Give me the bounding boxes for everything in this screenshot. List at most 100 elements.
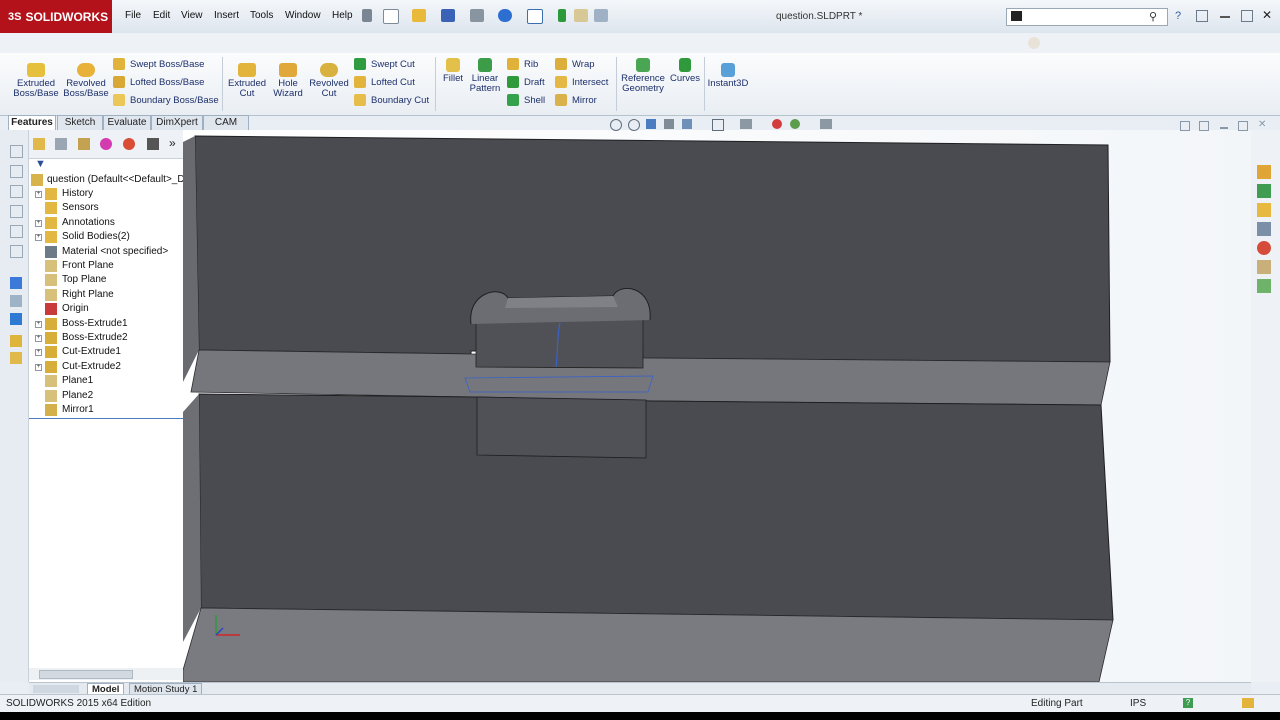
boundary-boss-button[interactable]: Boundary Boss/Base: [113, 94, 219, 106]
feature-icon[interactable]: [10, 335, 22, 347]
expand-toggle-icon[interactable]: +: [35, 363, 42, 371]
tab-cam[interactable]: CAM: [203, 115, 249, 131]
filter-icon[interactable]: ▼: [35, 158, 46, 170]
zoom-to-area-icon[interactable]: [628, 119, 640, 131]
viewport-split-icon[interactable]: [1199, 121, 1209, 131]
section-view-icon[interactable]: [664, 119, 674, 129]
scrollbar-thumb[interactable]: [39, 670, 133, 679]
wrap-button[interactable]: Wrap: [555, 58, 595, 70]
tab-sketch[interactable]: Sketch: [57, 115, 103, 131]
rib-button[interactable]: Rib: [507, 58, 538, 70]
configuration-manager-icon[interactable]: [78, 138, 90, 150]
apply-scene-icon[interactable]: [790, 119, 800, 129]
rollback-bar[interactable]: [29, 418, 183, 419]
smart-dimension-icon[interactable]: [10, 295, 22, 307]
chevron-right-icon[interactable]: »: [169, 136, 176, 150]
mirror-button[interactable]: Mirror: [555, 94, 597, 106]
shell-button[interactable]: Shell: [507, 94, 545, 106]
expand-toggle-icon[interactable]: +: [35, 191, 42, 198]
display-manager-icon[interactable]: [123, 138, 135, 150]
fillet-button[interactable]: Fillet: [440, 58, 466, 84]
feature-icon[interactable]: [10, 352, 22, 364]
menu-file[interactable]: File: [125, 10, 141, 21]
tab-features[interactable]: Features: [8, 115, 56, 131]
instant3d-button[interactable]: Instant3D: [706, 63, 750, 89]
pin-icon[interactable]: [362, 9, 372, 22]
view-icon[interactable]: [10, 185, 23, 198]
property-manager-icon[interactable]: [55, 138, 67, 150]
reference-geometry-button[interactable]: Reference Geometry: [619, 58, 667, 94]
expand-toggle-icon[interactable]: +: [35, 320, 42, 328]
view-icon[interactable]: [10, 205, 23, 218]
forum-icon[interactable]: [1257, 279, 1271, 293]
graphics-area[interactable]: [183, 130, 1251, 682]
appearances-icon[interactable]: [1257, 241, 1271, 255]
tree-horizontal-scrollbar[interactable]: [29, 668, 183, 680]
menu-help[interactable]: Help: [332, 10, 353, 21]
viewport-minimize-icon[interactable]: [1220, 127, 1228, 129]
zoom-to-fit-icon[interactable]: [610, 119, 622, 131]
unit-system[interactable]: IPS: [1130, 698, 1146, 709]
feature-manager-tab-icon[interactable]: [33, 138, 45, 150]
lofted-boss-button[interactable]: Lofted Boss/Base: [113, 76, 204, 88]
dynamic-annotation-icon[interactable]: [682, 119, 692, 129]
solidworks-resources-icon[interactable]: [1257, 165, 1271, 179]
new-document-icon[interactable]: [383, 9, 399, 24]
tab-dimxpert[interactable]: DimXpert: [151, 115, 203, 131]
view-icon[interactable]: [10, 225, 23, 238]
extruded-boss-button[interactable]: Extruded Boss/Base: [12, 63, 60, 99]
menu-view[interactable]: View: [181, 10, 203, 21]
file-explorer-icon[interactable]: [1257, 203, 1271, 217]
user-icon[interactable]: [1196, 10, 1208, 22]
undo-icon[interactable]: [498, 9, 512, 22]
expand-toggle-icon[interactable]: +: [35, 219, 42, 227]
menu-tools[interactable]: Tools: [250, 10, 273, 21]
draft-button[interactable]: Draft: [507, 76, 545, 88]
help-button[interactable]: ?: [1175, 10, 1181, 22]
linear-pattern-button[interactable]: Linear Pattern: [468, 58, 502, 94]
rebuild-status-icon[interactable]: [1242, 698, 1254, 708]
curves-button[interactable]: Curves: [668, 58, 702, 84]
dimxpert-manager-icon[interactable]: [100, 138, 112, 150]
revolved-boss-button[interactable]: Revolved Boss/Base: [62, 63, 110, 99]
custom-properties-icon[interactable]: [1257, 260, 1271, 274]
search-icon[interactable]: ⚲: [1149, 10, 1157, 23]
viewport-close-icon[interactable]: ✕: [1258, 119, 1266, 130]
viewport-restore-icon[interactable]: [1238, 121, 1248, 131]
menu-edit[interactable]: Edit: [153, 10, 170, 21]
view-icon[interactable]: [10, 245, 23, 258]
open-folder-icon[interactable]: [412, 9, 426, 22]
tab-scroll-arrows[interactable]: [33, 685, 79, 693]
display-style-icon[interactable]: [740, 119, 752, 129]
extruded-cut-button[interactable]: Extruded Cut: [225, 63, 269, 99]
menu-insert[interactable]: Insert: [214, 10, 239, 21]
close-icon[interactable]: ✕: [1262, 9, 1272, 21]
expand-toggle-icon[interactable]: +: [35, 234, 42, 242]
hole-wizard-button[interactable]: Hole Wizard: [267, 63, 309, 99]
cam-manager-icon[interactable]: [147, 138, 159, 150]
select-pointer-icon[interactable]: [527, 9, 543, 24]
appearance-ball-icon[interactable]: [1028, 37, 1040, 49]
previous-view-icon[interactable]: [646, 119, 656, 129]
view-settings-icon[interactable]: [820, 119, 832, 129]
save-icon[interactable]: [441, 9, 455, 22]
move-icon[interactable]: [10, 313, 22, 325]
help-icon[interactable]: ?: [1183, 698, 1193, 708]
restore-icon[interactable]: [1241, 10, 1253, 22]
view-icon[interactable]: [10, 145, 23, 158]
boundary-cut-button[interactable]: Boundary Cut: [354, 94, 429, 106]
view-icon[interactable]: [10, 165, 23, 178]
print-icon[interactable]: [470, 9, 484, 22]
expand-toggle-icon[interactable]: +: [35, 349, 42, 357]
tab-evaluate[interactable]: Evaluate: [103, 115, 151, 131]
revolved-cut-button[interactable]: Revolved Cut: [307, 63, 351, 99]
edit-appearance-icon[interactable]: [772, 119, 782, 129]
part-model-graphic[interactable]: [183, 130, 1251, 682]
design-library-icon[interactable]: [1257, 184, 1271, 198]
swept-cut-button[interactable]: Swept Cut: [354, 58, 415, 70]
file-properties-icon[interactable]: [574, 9, 588, 22]
menu-window[interactable]: Window: [285, 10, 321, 21]
viewport-split-icon[interactable]: [1180, 121, 1190, 131]
solidworks-logo[interactable]: 3S SOLIDWORKS: [0, 0, 112, 33]
intersect-button[interactable]: Intersect: [555, 76, 608, 88]
